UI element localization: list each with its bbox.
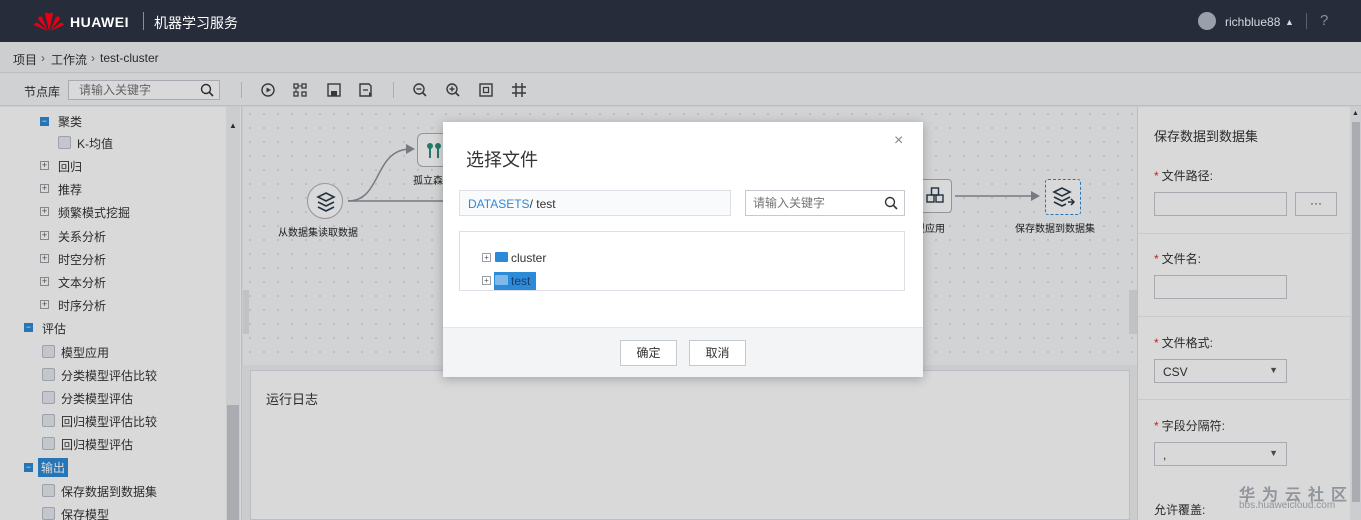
folder-icon xyxy=(495,275,508,285)
search-icon[interactable] xyxy=(884,195,898,211)
expand-icon[interactable]: + xyxy=(482,253,491,262)
path-current: / test xyxy=(529,197,556,211)
close-icon[interactable]: × xyxy=(894,132,903,150)
top-navigation-bar: HUAWEI 机器学习服务 richblue88 ▲ ? xyxy=(0,0,1361,42)
confirm-button[interactable]: 确定 xyxy=(620,340,677,366)
topbar-divider xyxy=(1306,13,1307,29)
help-icon[interactable]: ? xyxy=(1320,12,1328,29)
brand-divider xyxy=(143,12,144,30)
folder-name: test xyxy=(511,274,531,288)
file-search[interactable] xyxy=(745,190,905,216)
file-tree: + cluster + test xyxy=(459,231,905,291)
huawei-logo-icon xyxy=(34,12,64,31)
brand-name: HUAWEI xyxy=(70,14,129,30)
username[interactable]: richblue88 xyxy=(1225,15,1280,29)
file-search-input[interactable] xyxy=(746,191,871,215)
select-file-dialog: 选择文件 × DATASETS/ test + cluster + test 确… xyxy=(443,122,923,377)
user-avatar[interactable] xyxy=(1198,12,1216,30)
current-path: DATASETS/ test xyxy=(459,190,731,216)
cancel-button[interactable]: 取消 xyxy=(689,340,746,366)
folder-icon xyxy=(495,252,508,262)
path-root-link[interactable]: DATASETS xyxy=(468,197,530,211)
expand-icon[interactable]: + xyxy=(482,276,491,285)
user-menu-caret-icon[interactable]: ▲ xyxy=(1285,17,1294,27)
product-name[interactable]: 机器学习服务 xyxy=(154,13,238,33)
dialog-footer: 确定 取消 xyxy=(443,327,923,377)
folder-name: cluster xyxy=(511,251,547,265)
dialog-title: 选择文件 xyxy=(466,150,538,170)
